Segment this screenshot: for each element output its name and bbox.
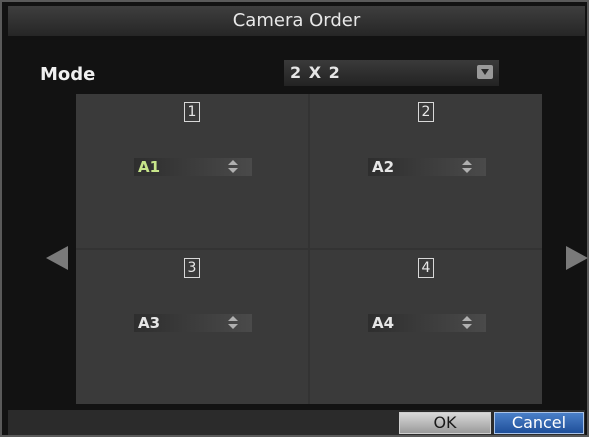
dialog-title: Camera Order (8, 6, 585, 36)
camera-value: A4 (372, 314, 395, 332)
camera-value: A2 (372, 158, 395, 176)
grid-cell-4: 4 A4 (310, 250, 542, 404)
camera-spinner[interactable]: A1 (134, 158, 252, 176)
cancel-button[interactable]: Cancel (494, 412, 584, 434)
mode-dropdown[interactable]: 2 X 2 (284, 60, 499, 86)
previous-page-arrow-icon[interactable] (46, 246, 68, 270)
grid-cell-1: 1 A1 (76, 94, 308, 248)
camera-spinner[interactable]: A4 (368, 314, 486, 332)
spinner-arrows-icon[interactable] (462, 316, 472, 330)
cell-number: 4 (418, 258, 434, 278)
spinner-arrows-icon[interactable] (228, 160, 238, 174)
cell-number: 2 (418, 102, 434, 122)
mode-value: 2 X 2 (290, 63, 341, 82)
ok-button[interactable]: OK (399, 412, 491, 434)
camera-grid: 1 A1 2 A2 3 A3 4 A4 (76, 94, 542, 404)
mode-label: Mode (40, 64, 96, 85)
next-page-arrow-icon[interactable] (566, 246, 588, 270)
dropdown-arrow-icon[interactable] (477, 65, 493, 79)
grid-cell-3: 3 A3 (76, 250, 308, 404)
spinner-arrows-icon[interactable] (462, 160, 472, 174)
camera-spinner[interactable]: A2 (368, 158, 486, 176)
camera-value: A1 (138, 158, 161, 176)
cell-number: 3 (184, 258, 200, 278)
camera-spinner[interactable]: A3 (134, 314, 252, 332)
camera-value: A3 (138, 314, 161, 332)
cell-number: 1 (184, 102, 200, 122)
camera-order-dialog: Camera Order Mode 2 X 2 1 A1 2 A2 3 A3 4… (0, 0, 589, 437)
grid-cell-2: 2 A2 (310, 94, 542, 248)
spinner-arrows-icon[interactable] (228, 316, 238, 330)
